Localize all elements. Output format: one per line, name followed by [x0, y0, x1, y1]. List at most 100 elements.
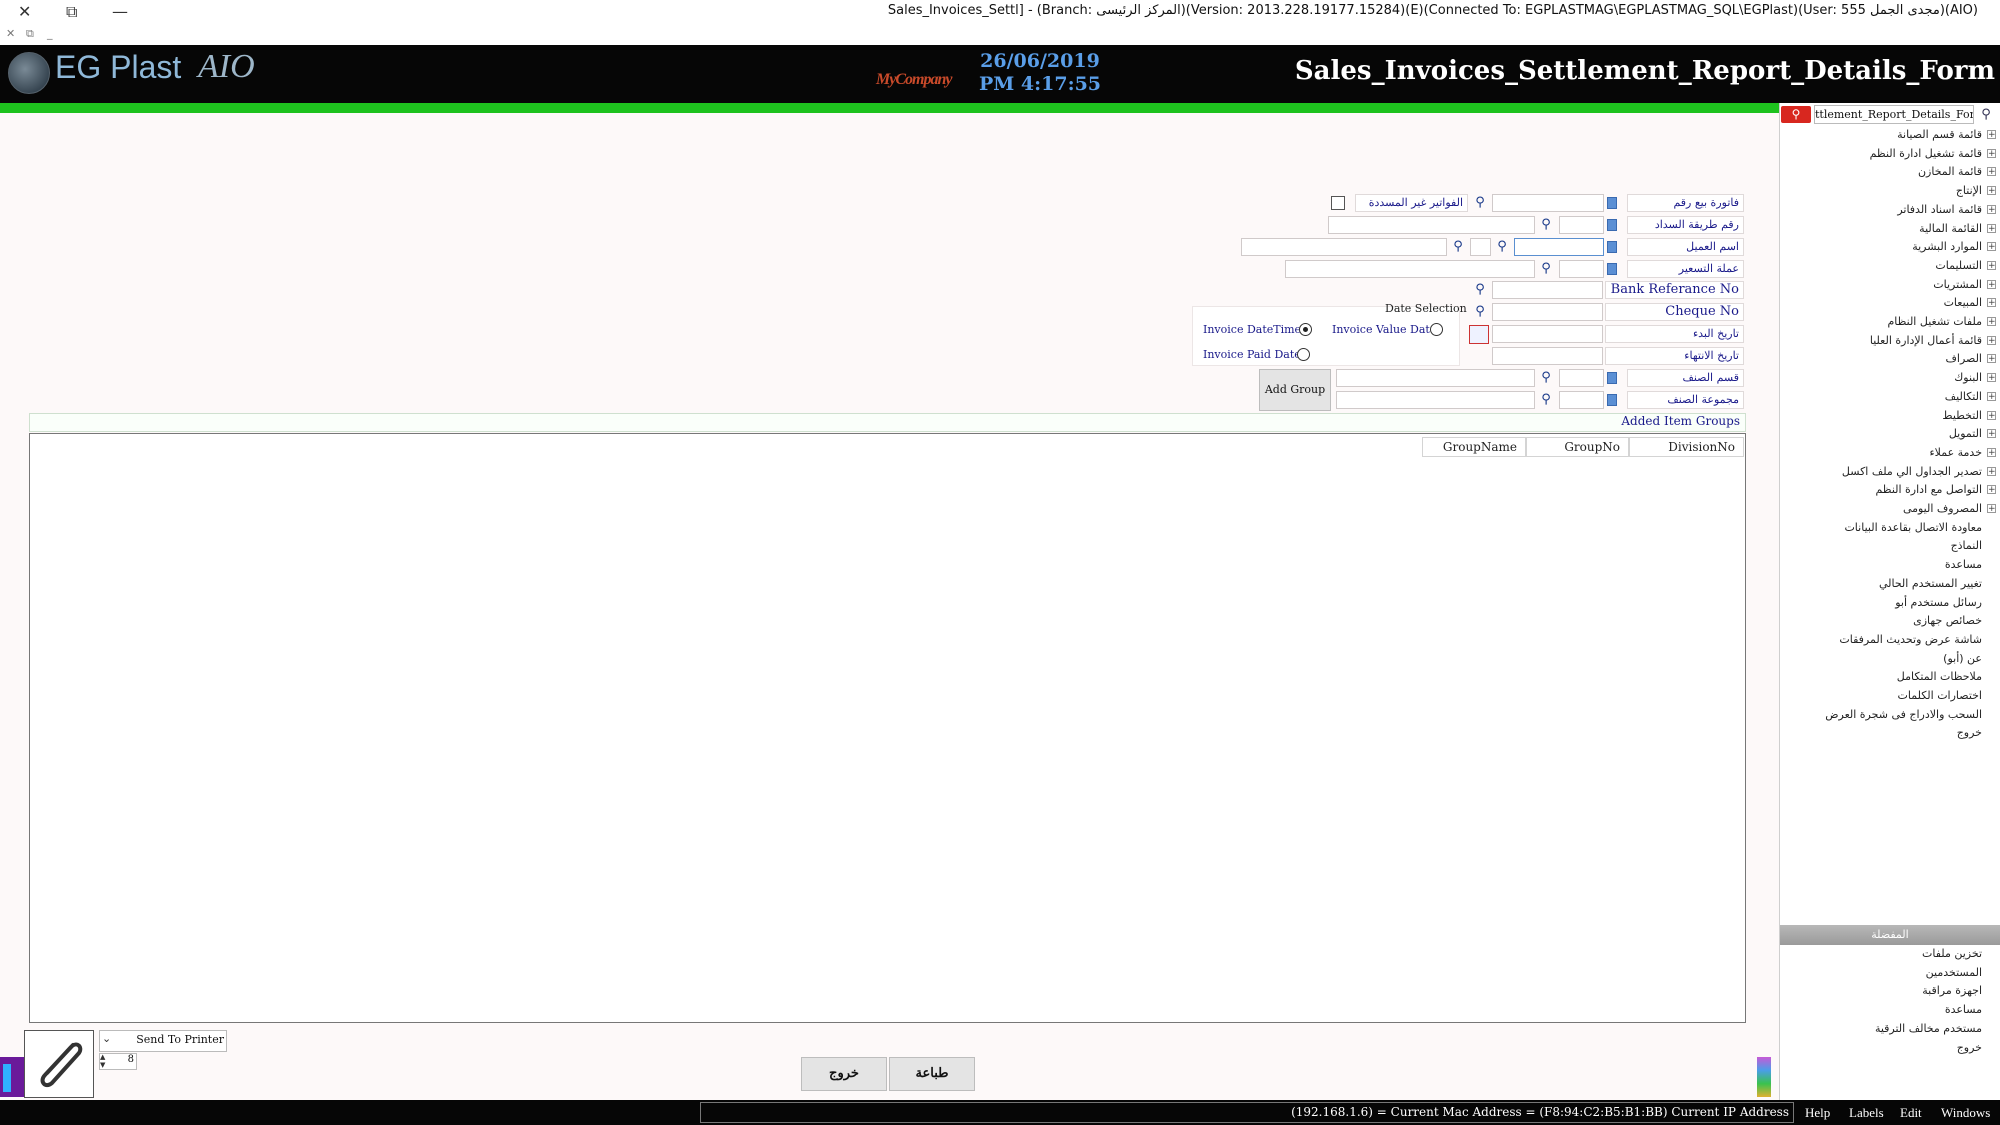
invoice-no-search-icon[interactable]: ⚲: [1471, 194, 1489, 212]
menu-tree-item[interactable]: تصدير الجداول الي ملف اكسل: [1842, 463, 1982, 481]
menu-tree-item[interactable]: خصائص جهازى: [1913, 612, 1982, 630]
restore-window-icon[interactable]: ⧉: [66, 2, 77, 22]
menu-tree-item[interactable]: التواصل مع ادارة النظم: [1875, 481, 1982, 499]
menu-tree-item[interactable]: الإنتاج: [1956, 182, 1982, 200]
column-header-group-no[interactable]: GroupNo: [1526, 437, 1629, 457]
menu-help[interactable]: Help: [1805, 1105, 1830, 1121]
minimize-window-icon[interactable]: —: [112, 2, 128, 21]
menu-tree-item[interactable]: قائمة قسم الصيانة: [1897, 126, 1982, 144]
menu-tree-item[interactable]: المشتريات: [1933, 276, 1982, 294]
menu-tree-item[interactable]: النماذج: [1951, 537, 1982, 555]
favorite-item[interactable]: مستخدم مخالف الترقية: [1875, 1020, 1982, 1038]
bank-reference-input[interactable]: [1492, 281, 1603, 299]
expand-plus-icon[interactable]: +: [1987, 410, 1996, 420]
invoice-paid-date-radio[interactable]: [1297, 348, 1310, 361]
expand-plus-icon[interactable]: +: [1987, 186, 1996, 196]
menu-tree-item[interactable]: القائمة المالية: [1919, 220, 1982, 238]
menu-tree-item[interactable]: ملاحظات المتكامل: [1897, 668, 1982, 686]
customer-search-icon[interactable]: ⚲: [1493, 238, 1511, 256]
menu-tree-item[interactable]: رسائل مستخدم أبو: [1895, 594, 1982, 612]
menu-tree-item[interactable]: خروج: [1957, 724, 1982, 742]
menu-tree-item[interactable]: الصراف: [1946, 350, 1982, 368]
payment-method-name-input[interactable]: [1328, 216, 1535, 234]
customer-branch-input[interactable]: [1470, 238, 1491, 256]
expand-plus-icon[interactable]: +: [1987, 466, 1996, 476]
expand-plus-icon[interactable]: +: [1987, 242, 1996, 252]
menu-tree-item[interactable]: معاودة الاتصال بقاعدة البيانات: [1844, 519, 1982, 537]
menu-windows[interactable]: Windows: [1941, 1105, 1990, 1121]
item-group-name-input[interactable]: [1336, 391, 1535, 409]
menu-tree-item[interactable]: مساعدة: [1945, 556, 1982, 574]
payment-method-code-input[interactable]: [1559, 216, 1604, 234]
invoice-datetime-radio[interactable]: [1299, 323, 1312, 336]
close-window-icon[interactable]: ✕: [18, 2, 31, 21]
expand-plus-icon[interactable]: +: [1987, 485, 1996, 495]
customer-lookup-icon[interactable]: [1607, 241, 1617, 253]
end-date-input[interactable]: [1492, 347, 1603, 365]
customer-branch-search-icon[interactable]: ⚲: [1449, 238, 1467, 256]
favorite-item[interactable]: اجهزة مراقبة: [1922, 982, 1982, 1000]
cheque-no-search-icon[interactable]: ⚲: [1471, 303, 1489, 321]
menu-tree-item[interactable]: خدمة عملاء: [1929, 444, 1982, 462]
item-section-search-icon[interactable]: ⚲: [1537, 369, 1555, 387]
mdi-minimize-icon[interactable]: _: [47, 27, 53, 40]
currency-search-icon[interactable]: ⚲: [1537, 260, 1555, 278]
bank-reference-search-icon[interactable]: ⚲: [1471, 281, 1489, 299]
expand-plus-icon[interactable]: +: [1987, 223, 1996, 233]
start-date-input[interactable]: [1492, 325, 1603, 343]
attachment-button[interactable]: [24, 1030, 94, 1098]
menu-tree-item[interactable]: التكاليف: [1945, 388, 1982, 406]
expand-plus-icon[interactable]: +: [1987, 391, 1996, 401]
menu-search-button[interactable]: ⚲: [1781, 106, 1811, 123]
menu-tree-item[interactable]: السحب والادراج فى شجرة العرض: [1825, 706, 1982, 724]
column-header-division-no[interactable]: DivisionNo: [1629, 437, 1744, 457]
favorite-item[interactable]: المستخدمين: [1926, 964, 1982, 982]
expand-plus-icon[interactable]: +: [1987, 373, 1996, 383]
menu-tree-item[interactable]: قائمة أعمال الإدارة العليا: [1870, 332, 1982, 350]
invoice-no-input[interactable]: [1492, 194, 1604, 212]
currency-name-input[interactable]: [1285, 260, 1535, 278]
expand-plus-icon[interactable]: +: [1987, 130, 1996, 140]
item-group-search-icon[interactable]: ⚲: [1537, 391, 1555, 409]
unpaid-invoices-checkbox[interactable]: [1331, 196, 1345, 210]
menu-tree-item[interactable]: اختصارات الكلمات: [1898, 687, 1982, 705]
mdi-restore-icon[interactable]: ⧉: [26, 27, 34, 41]
expand-plus-icon[interactable]: +: [1987, 447, 1996, 457]
menu-tree-item[interactable]: التمويل: [1949, 425, 1982, 443]
menu-tree-item[interactable]: المبيعات: [1944, 294, 1982, 312]
menu-tree-item[interactable]: المصروف اليومى: [1903, 500, 1982, 518]
item-section-lookup-icon[interactable]: [1607, 372, 1617, 384]
expand-plus-icon[interactable]: +: [1987, 429, 1996, 439]
menu-tree-item[interactable]: التخطيط: [1942, 407, 1982, 425]
menu-tree-item[interactable]: الموارد البشرية: [1912, 238, 1982, 256]
expand-plus-icon[interactable]: +: [1987, 335, 1996, 345]
payment-method-lookup-icon[interactable]: [1607, 219, 1617, 231]
stepper-arrows-icon[interactable]: ▲ ▼: [100, 1053, 105, 1069]
item-group-lookup-icon[interactable]: [1607, 394, 1617, 406]
payment-method-search-icon[interactable]: ⚲: [1537, 216, 1555, 234]
favorite-item[interactable]: مساعدة: [1945, 1001, 1982, 1019]
currency-lookup-icon[interactable]: [1607, 263, 1617, 275]
menu-search-go-icon[interactable]: ⚲: [1977, 105, 1995, 124]
item-section-name-input[interactable]: [1336, 369, 1535, 387]
expand-plus-icon[interactable]: +: [1987, 204, 1996, 214]
item-group-code-input[interactable]: [1559, 391, 1604, 409]
menu-tree-item[interactable]: قائمة اسناد الدفاتر: [1897, 201, 1982, 219]
menu-tree-item[interactable]: ملفات تشغيل النظام: [1887, 313, 1982, 331]
invoice-no-lookup-icon[interactable]: [1607, 197, 1617, 209]
expand-plus-icon[interactable]: +: [1987, 148, 1996, 158]
menu-tree-item[interactable]: التسليمات: [1935, 257, 1982, 275]
expand-plus-icon[interactable]: +: [1987, 354, 1996, 364]
add-group-button[interactable]: Add Group: [1259, 369, 1331, 411]
item-section-code-input[interactable]: [1559, 369, 1604, 387]
expand-plus-icon[interactable]: +: [1987, 504, 1996, 514]
expand-plus-icon[interactable]: +: [1987, 317, 1996, 327]
column-header-group-name[interactable]: GroupName: [1422, 437, 1526, 457]
exit-button[interactable]: خروج: [801, 1057, 887, 1091]
menu-tree-item[interactable]: قائمة المخازن: [1918, 163, 1982, 181]
menu-tree-item[interactable]: البنوك: [1954, 369, 1982, 387]
customer-code-input[interactable]: [1514, 238, 1604, 256]
menu-search-input[interactable]: ttlement_Report_Details_Form: [1814, 105, 1974, 124]
chevron-down-icon[interactable]: ⌄: [102, 1032, 111, 1045]
menu-tree-item[interactable]: عن (أبو): [1943, 650, 1982, 668]
